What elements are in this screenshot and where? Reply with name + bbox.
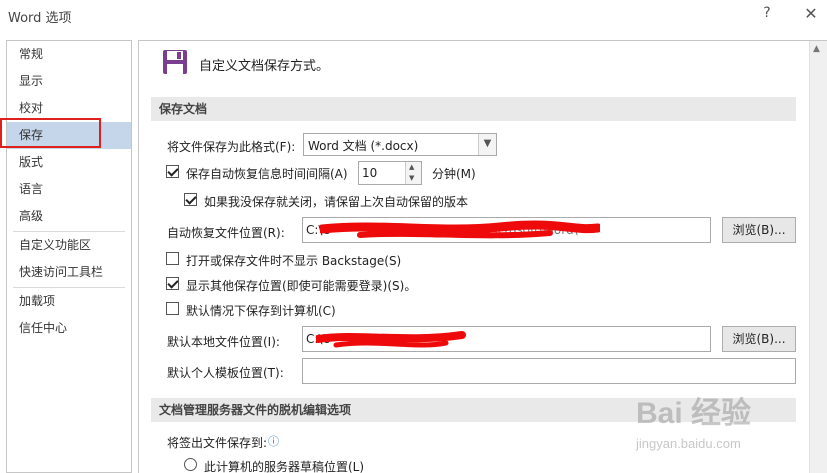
sidebar-item-customize-ribbon[interactable]: 自定义功能区 — [7, 232, 131, 259]
autorecover-label: 保存自动恢复信息时间间隔(A) — [186, 167, 348, 181]
window-title: Word 选项 — [8, 11, 72, 26]
baidu-watermark: Bai 经验 jingyan.baidu.com — [636, 388, 821, 470]
sidebar-item-quick-access-toolbar[interactable]: 快速访问工具栏 — [7, 259, 131, 286]
server-drafts-label: 此计算机的服务器草稿位置(L) — [204, 460, 365, 473]
autorecover-location-label: 自动恢复文件位置(R): — [167, 226, 285, 240]
sidebar-item-display[interactable]: 显示 — [7, 68, 131, 95]
stepper-buttons[interactable]: ▲ ▼ — [405, 162, 421, 184]
browse-autorecover-button[interactable]: 浏览(B)... — [722, 217, 796, 243]
save-to-computer-label: 默认情况下保存到计算机(C) — [186, 304, 336, 318]
info-icon[interactable]: ⓘ — [268, 433, 279, 449]
no-backstage-checkbox[interactable] — [166, 252, 179, 265]
checkout-save-label: 将签出文件保存到: — [167, 436, 268, 450]
save-icon — [163, 50, 187, 74]
sidebar-item-language[interactable]: 语言 — [7, 176, 131, 203]
sidebar-item-add-ins[interactable]: 加载项 — [7, 288, 131, 315]
save-to-computer-checkbox[interactable] — [166, 302, 179, 315]
autorecover-interval-stepper[interactable]: 10 ▲ ▼ — [358, 161, 422, 185]
browse-default-location-button[interactable]: 浏览(B)... — [722, 326, 796, 352]
watermark-logo-text: Bai 经验 — [636, 397, 752, 430]
autorecover-interval-value: 10 — [362, 166, 378, 180]
default-template-location-label: 默认个人模板位置(T): — [167, 366, 284, 380]
section-header-save-documents: 保存文档 — [151, 97, 796, 121]
redaction-scribble — [316, 331, 466, 348]
no-backstage-label: 打开或保存文件时不显示 Backstage(S) — [186, 254, 402, 268]
show-other-locations-label: 显示其他保存位置(即使可能需要登录)(S)。 — [186, 279, 417, 293]
scroll-up-icon[interactable]: ▲ — [813, 44, 820, 54]
show-other-locations-checkbox[interactable] — [166, 277, 179, 290]
default-template-location-input[interactable] — [302, 358, 796, 384]
sidebar-item-general[interactable]: 常规 — [7, 41, 131, 68]
autorecover-checkbox[interactable] — [166, 165, 179, 178]
save-format-select[interactable]: Word 文档 (*.docx) ▼ — [303, 133, 497, 156]
sidebar-item-trust-center[interactable]: 信任中心 — [7, 315, 131, 342]
keep-last-version-label: 如果我没保存就关闭，请保留上次自动保留的版本 — [204, 195, 469, 209]
options-sidebar: 常规 显示 校对 保存 版式 语言 高级 自定义功能区 快速访问工具栏 加载项 … — [6, 40, 132, 473]
autorecover-unit-label: 分钟(M) — [432, 167, 476, 181]
redaction-scribble — [320, 220, 600, 239]
save-format-label: 将文件保存为此格式(F): — [167, 140, 296, 154]
keep-last-version-checkbox[interactable] — [184, 193, 197, 206]
page-description: 自定义文档保存方式。 — [199, 59, 330, 74]
sidebar-item-layout[interactable]: 版式 — [7, 149, 131, 176]
save-format-value: Word 文档 (*.docx) — [308, 139, 419, 153]
chevron-down-icon[interactable]: ▼ — [478, 134, 496, 155]
stepper-down-icon[interactable]: ▼ — [409, 174, 414, 182]
title-bar: Word 选项 ? ✕ — [0, 0, 827, 34]
annotation-highlight-box — [0, 118, 101, 148]
watermark-url: jingyan.baidu.com — [636, 436, 741, 451]
default-local-location-label: 默认本地文件位置(I): — [167, 335, 280, 349]
help-button[interactable]: ? — [760, 5, 774, 25]
close-button[interactable]: ✕ — [802, 4, 820, 24]
sidebar-item-advanced[interactable]: 高级 — [7, 203, 131, 230]
server-drafts-radio[interactable] — [184, 458, 197, 471]
stepper-up-icon[interactable]: ▲ — [409, 163, 414, 171]
